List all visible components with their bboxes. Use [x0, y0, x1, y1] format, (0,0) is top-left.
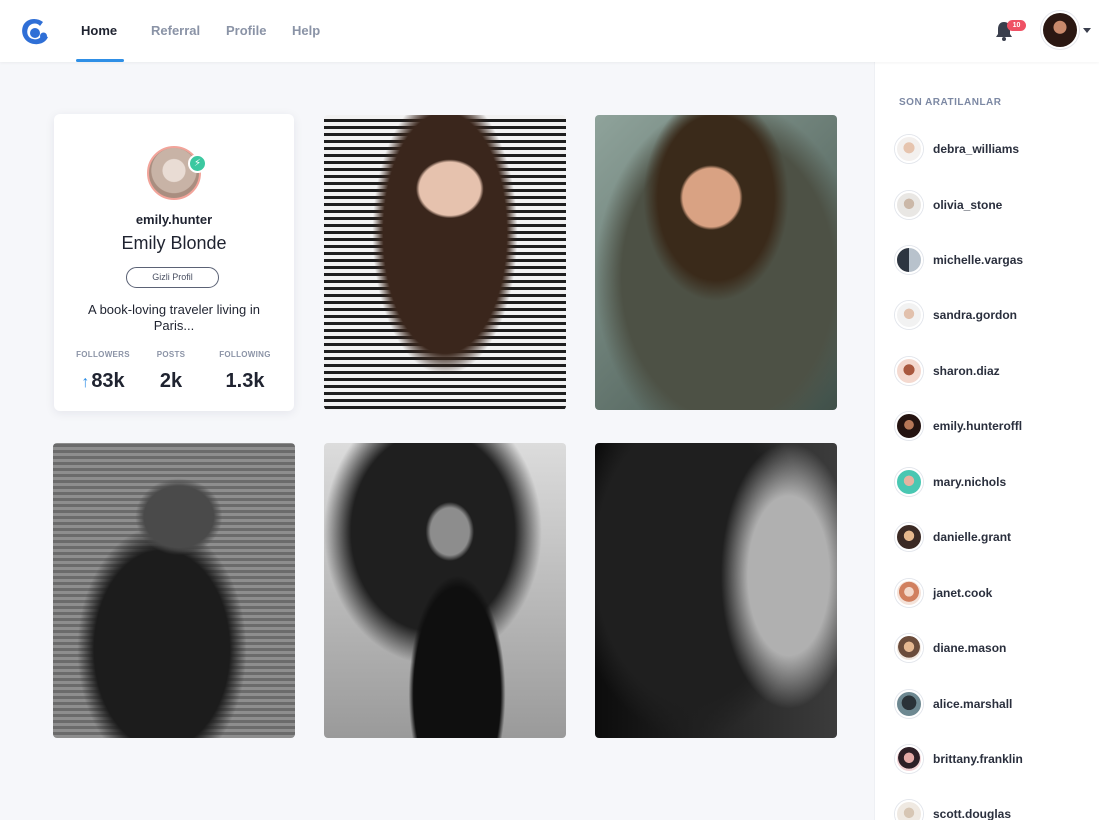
photo-card[interactable] [53, 443, 295, 738]
avatar [895, 135, 923, 163]
profile-full-name: Emily Blonde [121, 233, 227, 253]
recent-search-item[interactable]: alice.marshall [895, 689, 1012, 719]
photo-card[interactable] [595, 115, 837, 410]
profile-username: emily.hunter [135, 212, 213, 227]
top-navbar: Home Referral Profile Help 10 [0, 0, 1099, 62]
avatar [895, 800, 923, 820]
notification-count-badge: 10 [1007, 20, 1026, 31]
followers-label: FOLLOWERS [76, 350, 130, 359]
recent-search-item[interactable]: danielle.grant [895, 522, 1011, 552]
recent-username: diane.mason [933, 641, 1007, 655]
followers-value: ↑ 83k [70, 370, 136, 393]
recent-username: scott.douglas [933, 807, 1012, 820]
avatar [895, 579, 923, 607]
avatar [895, 301, 923, 329]
followers-count: 83k [91, 370, 125, 392]
sidebar-title: SON ARATILANLAR [899, 97, 1002, 108]
posts-label: POSTS [156, 350, 186, 359]
recent-searches-sidebar: SON ARATILANLAR debra_williams olivia_st… [874, 62, 1099, 820]
photo-card[interactable] [324, 115, 566, 410]
recent-username: brittany.franklin [933, 752, 1023, 766]
caret-down-icon[interactable] [1083, 28, 1091, 33]
recent-username: alice.marshall [933, 697, 1013, 711]
photo-card[interactable] [595, 443, 837, 738]
recent-search-item[interactable]: olivia_stone [895, 190, 1002, 220]
avatar [895, 690, 923, 718]
lightning-icon: ⚡ [188, 154, 207, 173]
tab-home[interactable]: Home [81, 0, 117, 62]
recent-search-item[interactable]: diane.mason [895, 633, 1006, 663]
recent-search-item[interactable]: emily.hunteroffl [895, 411, 1022, 441]
recent-search-item[interactable]: debra_williams [895, 134, 1019, 164]
profile-card: ⚡ emily.hunter Emily Blonde Gizli Profil… [54, 114, 294, 411]
recent-search-item[interactable]: sharon.diaz [895, 356, 1000, 386]
avatar [895, 191, 923, 219]
recent-username: michelle.vargas [933, 253, 1024, 267]
recent-username: janet.cook [933, 586, 993, 600]
following-label: FOLLOWING [219, 350, 271, 359]
avatar [895, 357, 923, 385]
recent-username: danielle.grant [933, 530, 1012, 544]
posts-value: 2k [159, 370, 183, 392]
avatar [895, 412, 923, 440]
private-profile-button[interactable]: Gizli Profil [126, 267, 219, 288]
recent-search-item[interactable]: scott.douglas [895, 799, 1011, 820]
following-value: 1.3k [225, 370, 265, 392]
tab-help[interactable]: Help [292, 0, 320, 62]
recent-username: debra_williams [933, 142, 1020, 156]
recent-username: sandra.gordon [933, 308, 1018, 322]
tab-referral[interactable]: Referral [151, 0, 200, 62]
recent-search-item[interactable]: janet.cook [895, 578, 992, 608]
arrow-up-icon: ↑ [81, 374, 90, 391]
avatar [895, 745, 923, 773]
recent-search-item[interactable]: mary.nichols [895, 467, 1006, 497]
recent-username: emily.hunteroffl [933, 419, 1023, 433]
profile-bio: A book-loving traveler living in Paris..… [88, 302, 260, 333]
avatar [895, 523, 923, 551]
recent-username: olivia_stone [933, 198, 1003, 212]
avatar [895, 468, 923, 496]
recent-search-item[interactable]: brittany.franklin [895, 744, 1023, 774]
avatar [895, 246, 923, 274]
recent-username: sharon.diaz [933, 364, 1000, 378]
recent-username: mary.nichols [933, 475, 1007, 489]
recent-search-item[interactable]: sandra.gordon [895, 300, 1017, 330]
avatar [895, 634, 923, 662]
recent-search-item[interactable]: michelle.vargas [895, 245, 1023, 275]
active-tab-indicator [76, 59, 124, 62]
user-avatar[interactable] [1043, 13, 1077, 47]
brand-logo-icon[interactable] [18, 16, 52, 48]
tab-profile[interactable]: Profile [226, 0, 266, 62]
photo-card[interactable] [324, 443, 566, 738]
